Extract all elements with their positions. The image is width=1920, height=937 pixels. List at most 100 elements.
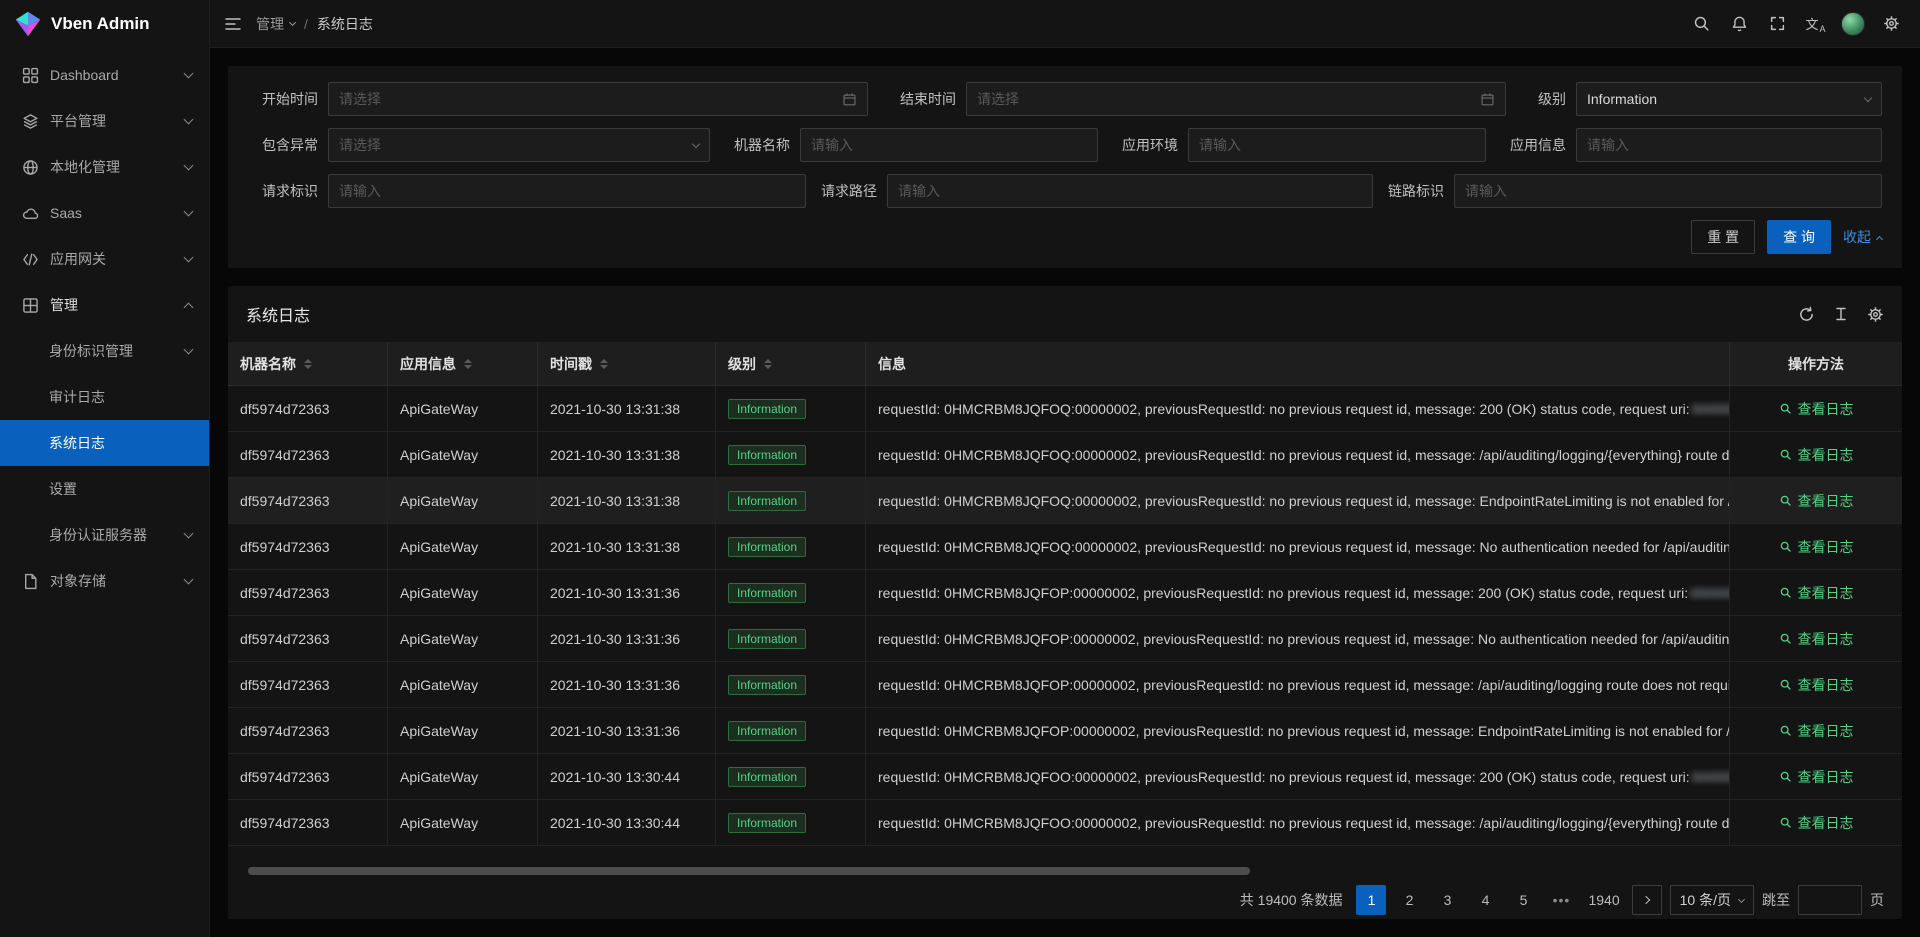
level-badge: Information (728, 537, 806, 557)
chevron-up-icon (184, 302, 194, 312)
cell-app-info: ApiGateWay (388, 662, 538, 708)
translate-icon[interactable]: 文A (1796, 0, 1834, 48)
next-page-button[interactable] (1632, 885, 1662, 915)
view-log-link[interactable]: 查看日志 (1779, 675, 1854, 695)
settings-gear-icon[interactable] (1872, 0, 1910, 48)
cell-timestamp: 2021-10-30 13:30:44 (538, 800, 716, 846)
sidebar-item-platform[interactable]: 平台管理 (0, 98, 209, 144)
search-button[interactable]: 查 询 (1767, 220, 1831, 254)
start-time-datepicker[interactable] (328, 82, 868, 116)
view-log-link[interactable]: 查看日志 (1779, 629, 1854, 649)
sidebar-item-localization[interactable]: 本地化管理 (0, 144, 209, 190)
cell-level: Information (716, 616, 866, 662)
column-settings-gear-icon[interactable] (1867, 306, 1884, 323)
table-row: df5974d72363 ApiGateWay 2021-10-30 13:31… (228, 386, 1902, 432)
horizontal-scrollbar (244, 867, 1886, 875)
notification-bell-icon[interactable] (1720, 0, 1758, 48)
view-log-link[interactable]: 查看日志 (1779, 767, 1854, 787)
end-time-input[interactable] (977, 91, 1472, 107)
scrollbar-thumb[interactable] (248, 867, 1250, 875)
jump-suffix: 页 (1870, 890, 1884, 910)
jump-to-page: 跳至 页 (1762, 885, 1884, 915)
sidebar-collapse-button[interactable] (210, 0, 256, 48)
page-size-select[interactable]: 10 条/页 (1670, 885, 1754, 915)
view-log-link[interactable]: 查看日志 (1779, 399, 1854, 419)
logo[interactable]: Vben Admin (0, 0, 209, 48)
chevron-down-icon (184, 207, 194, 217)
sidebar-item-saas[interactable]: Saas (0, 190, 209, 236)
chevron-up-icon (1876, 235, 1883, 242)
field-level: 级别 Information (1524, 82, 1882, 116)
trace-id-input[interactable] (1465, 183, 1871, 199)
view-log-link[interactable]: 查看日志 (1779, 813, 1854, 833)
jump-page-input[interactable] (1798, 885, 1862, 915)
view-log-link[interactable]: 查看日志 (1779, 445, 1854, 465)
chevron-down-icon (184, 345, 194, 355)
app-env-input[interactable] (1199, 137, 1475, 153)
field-label: 应用环境 (1108, 135, 1188, 155)
sidebar-item-identity-management[interactable]: 身份标识管理 (0, 328, 209, 374)
sidebar-item-identity-server[interactable]: 身份认证服务器 (0, 512, 209, 558)
sidebar-item-system-logs[interactable]: 系统日志 (0, 420, 209, 466)
sidebar-item-dashboard[interactable]: Dashboard (0, 52, 209, 98)
cell-machine-name: df5974d72363 (228, 708, 388, 754)
table-row: df5974d72363 ApiGateWay 2021-10-30 13:31… (228, 708, 1902, 754)
request-id-input[interactable] (339, 183, 795, 199)
sidebar-item-object-storage[interactable]: 对象存储 (0, 558, 209, 604)
request-id-field[interactable] (328, 174, 806, 208)
view-log-link[interactable]: 查看日志 (1779, 583, 1854, 603)
start-time-input[interactable] (339, 91, 834, 107)
fullscreen-icon[interactable] (1758, 0, 1796, 48)
page-button-last[interactable]: 1940 (1584, 885, 1623, 915)
view-log-link[interactable]: 查看日志 (1779, 721, 1854, 741)
machine-name-input[interactable] (811, 137, 1087, 153)
sidebar-item-audit-logs[interactable]: 审计日志 (0, 374, 209, 420)
filter-panel: 开始时间 结束时间 (228, 66, 1902, 268)
sidebar-item-label: 系统日志 (49, 433, 105, 453)
table-row: df5974d72363 ApiGateWay 2021-10-30 13:31… (228, 478, 1902, 524)
request-path-input[interactable] (898, 183, 1362, 199)
level-badge: Information (728, 629, 806, 649)
has-exception-select[interactable]: 请选择 (328, 128, 710, 162)
redacted-text: 000000000000000000 (1690, 585, 1730, 601)
page-button-1[interactable]: 1 (1356, 885, 1386, 915)
row-height-icon[interactable] (1833, 306, 1849, 322)
sidebar-item-gateway[interactable]: 应用网关 (0, 236, 209, 282)
page-button-3[interactable]: 3 (1432, 885, 1462, 915)
view-log-link[interactable]: 查看日志 (1779, 491, 1854, 511)
user-avatar[interactable] (1834, 0, 1872, 48)
col-header-machine-name[interactable]: 机器名称 (228, 342, 388, 386)
level-badge: Information (728, 675, 806, 695)
collapse-filter-link[interactable]: 收起 (1843, 227, 1882, 247)
field-request-path: 请求路径 (807, 174, 1373, 208)
page-button-2[interactable]: 2 (1394, 885, 1424, 915)
sidebar-item-management[interactable]: 管理 (0, 282, 209, 328)
cell-timestamp: 2021-10-30 13:31:38 (538, 524, 716, 570)
level-select[interactable]: Information (1576, 82, 1882, 116)
system-logs-panel: 系统日志 (228, 286, 1902, 919)
app-info-field[interactable] (1576, 128, 1882, 162)
col-header-level[interactable]: 级别 (716, 342, 866, 386)
col-header-timestamp[interactable]: 时间戳 (538, 342, 716, 386)
cell-app-info: ApiGateWay (388, 616, 538, 662)
app-env-field[interactable] (1188, 128, 1486, 162)
field-request-id: 请求标识 (248, 174, 806, 208)
page-button-4[interactable]: 4 (1470, 885, 1500, 915)
cell-message: requestId: 0HMCRBM8JQFOP:00000002, previ… (866, 662, 1730, 708)
refresh-icon[interactable] (1798, 306, 1815, 323)
sidebar-item-settings[interactable]: 设置 (0, 466, 209, 512)
app-info-input[interactable] (1587, 137, 1871, 153)
breadcrumb-parent[interactable]: 管理 (256, 14, 295, 34)
reset-button[interactable]: 重 置 (1691, 220, 1755, 254)
request-path-field[interactable] (887, 174, 1373, 208)
machine-name-field[interactable] (800, 128, 1098, 162)
search-icon[interactable] (1682, 0, 1720, 48)
sidebar-item-label: 审计日志 (49, 387, 105, 407)
page-button-5[interactable]: 5 (1508, 885, 1538, 915)
view-log-link[interactable]: 查看日志 (1779, 537, 1854, 557)
chevron-down-icon (184, 69, 194, 79)
end-time-datepicker[interactable] (966, 82, 1506, 116)
col-header-app-info[interactable]: 应用信息 (388, 342, 538, 386)
pagination-ellipsis[interactable]: ••• (1546, 885, 1576, 915)
trace-id-field[interactable] (1454, 174, 1882, 208)
